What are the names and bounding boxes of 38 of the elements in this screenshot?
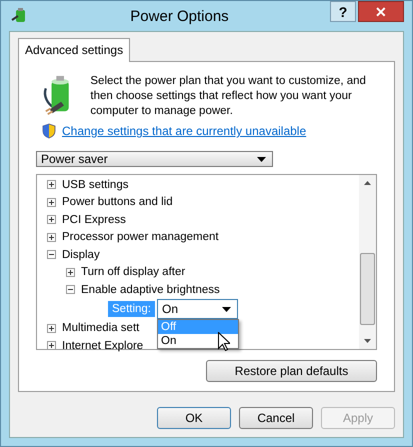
- help-button[interactable]: ?: [330, 1, 356, 22]
- collapse-icon[interactable]: [66, 285, 75, 294]
- scrollbar[interactable]: [359, 175, 376, 349]
- window-title: Power Options: [129, 8, 230, 24]
- tree-item[interactable]: Power buttons and lid: [62, 196, 173, 208]
- setting-label: Setting:: [108, 301, 155, 317]
- tree-item[interactable]: PCI Express: [62, 214, 126, 226]
- expand-icon[interactable]: [47, 198, 56, 207]
- tree-item[interactable]: USB settings: [62, 178, 128, 191]
- settings-link[interactable]: Change settings that are currently unavailable: [62, 124, 306, 138]
- expand-icon[interactable]: [47, 180, 56, 190]
- scroll-thumb[interactable]: [360, 253, 375, 325]
- expand-icon[interactable]: [47, 232, 56, 242]
- setting-dropdown[interactable]: On: [157, 299, 238, 319]
- close-button[interactable]: ✕: [358, 1, 404, 22]
- restore-button[interactable]: Restore plan defaults: [206, 360, 377, 382]
- tab[interactable]: Advanced settings: [18, 38, 130, 62]
- expand-icon[interactable]: [47, 324, 56, 333]
- dialog-button[interactable]: Cancel: [239, 407, 313, 429]
- tree-item[interactable]: Display: [62, 248, 100, 261]
- shield-icon: [42, 123, 56, 139]
- dropdown-option[interactable]: On: [158, 334, 238, 348]
- scroll-up-icon[interactable]: [364, 181, 371, 185]
- tree-item[interactable]: Multimedia sett: [62, 322, 140, 334]
- caret-icon: [222, 306, 231, 312]
- tree-item[interactable]: Enable adaptive brightness: [81, 284, 220, 296]
- plan-dropdown[interactable]: Power saver: [36, 151, 273, 167]
- expand-icon[interactable]: [47, 215, 56, 224]
- tree-item[interactable]: Turn off display after: [81, 266, 186, 278]
- expand-icon[interactable]: [66, 268, 75, 277]
- scroll-down-icon[interactable]: [364, 339, 371, 343]
- caret-icon: [257, 156, 266, 162]
- dialog-button[interactable]: OK: [157, 407, 231, 429]
- collapse-icon[interactable]: [47, 250, 56, 260]
- tree-item[interactable]: Processor power management: [62, 231, 219, 244]
- tree-item[interactable]: Internet Explore: [62, 340, 144, 352]
- intro-text: Select the power plan that you want to customize, and then choose settings that reflect how you want your computer to manage power.: [90, 74, 367, 119]
- expand-icon[interactable]: [47, 341, 56, 350]
